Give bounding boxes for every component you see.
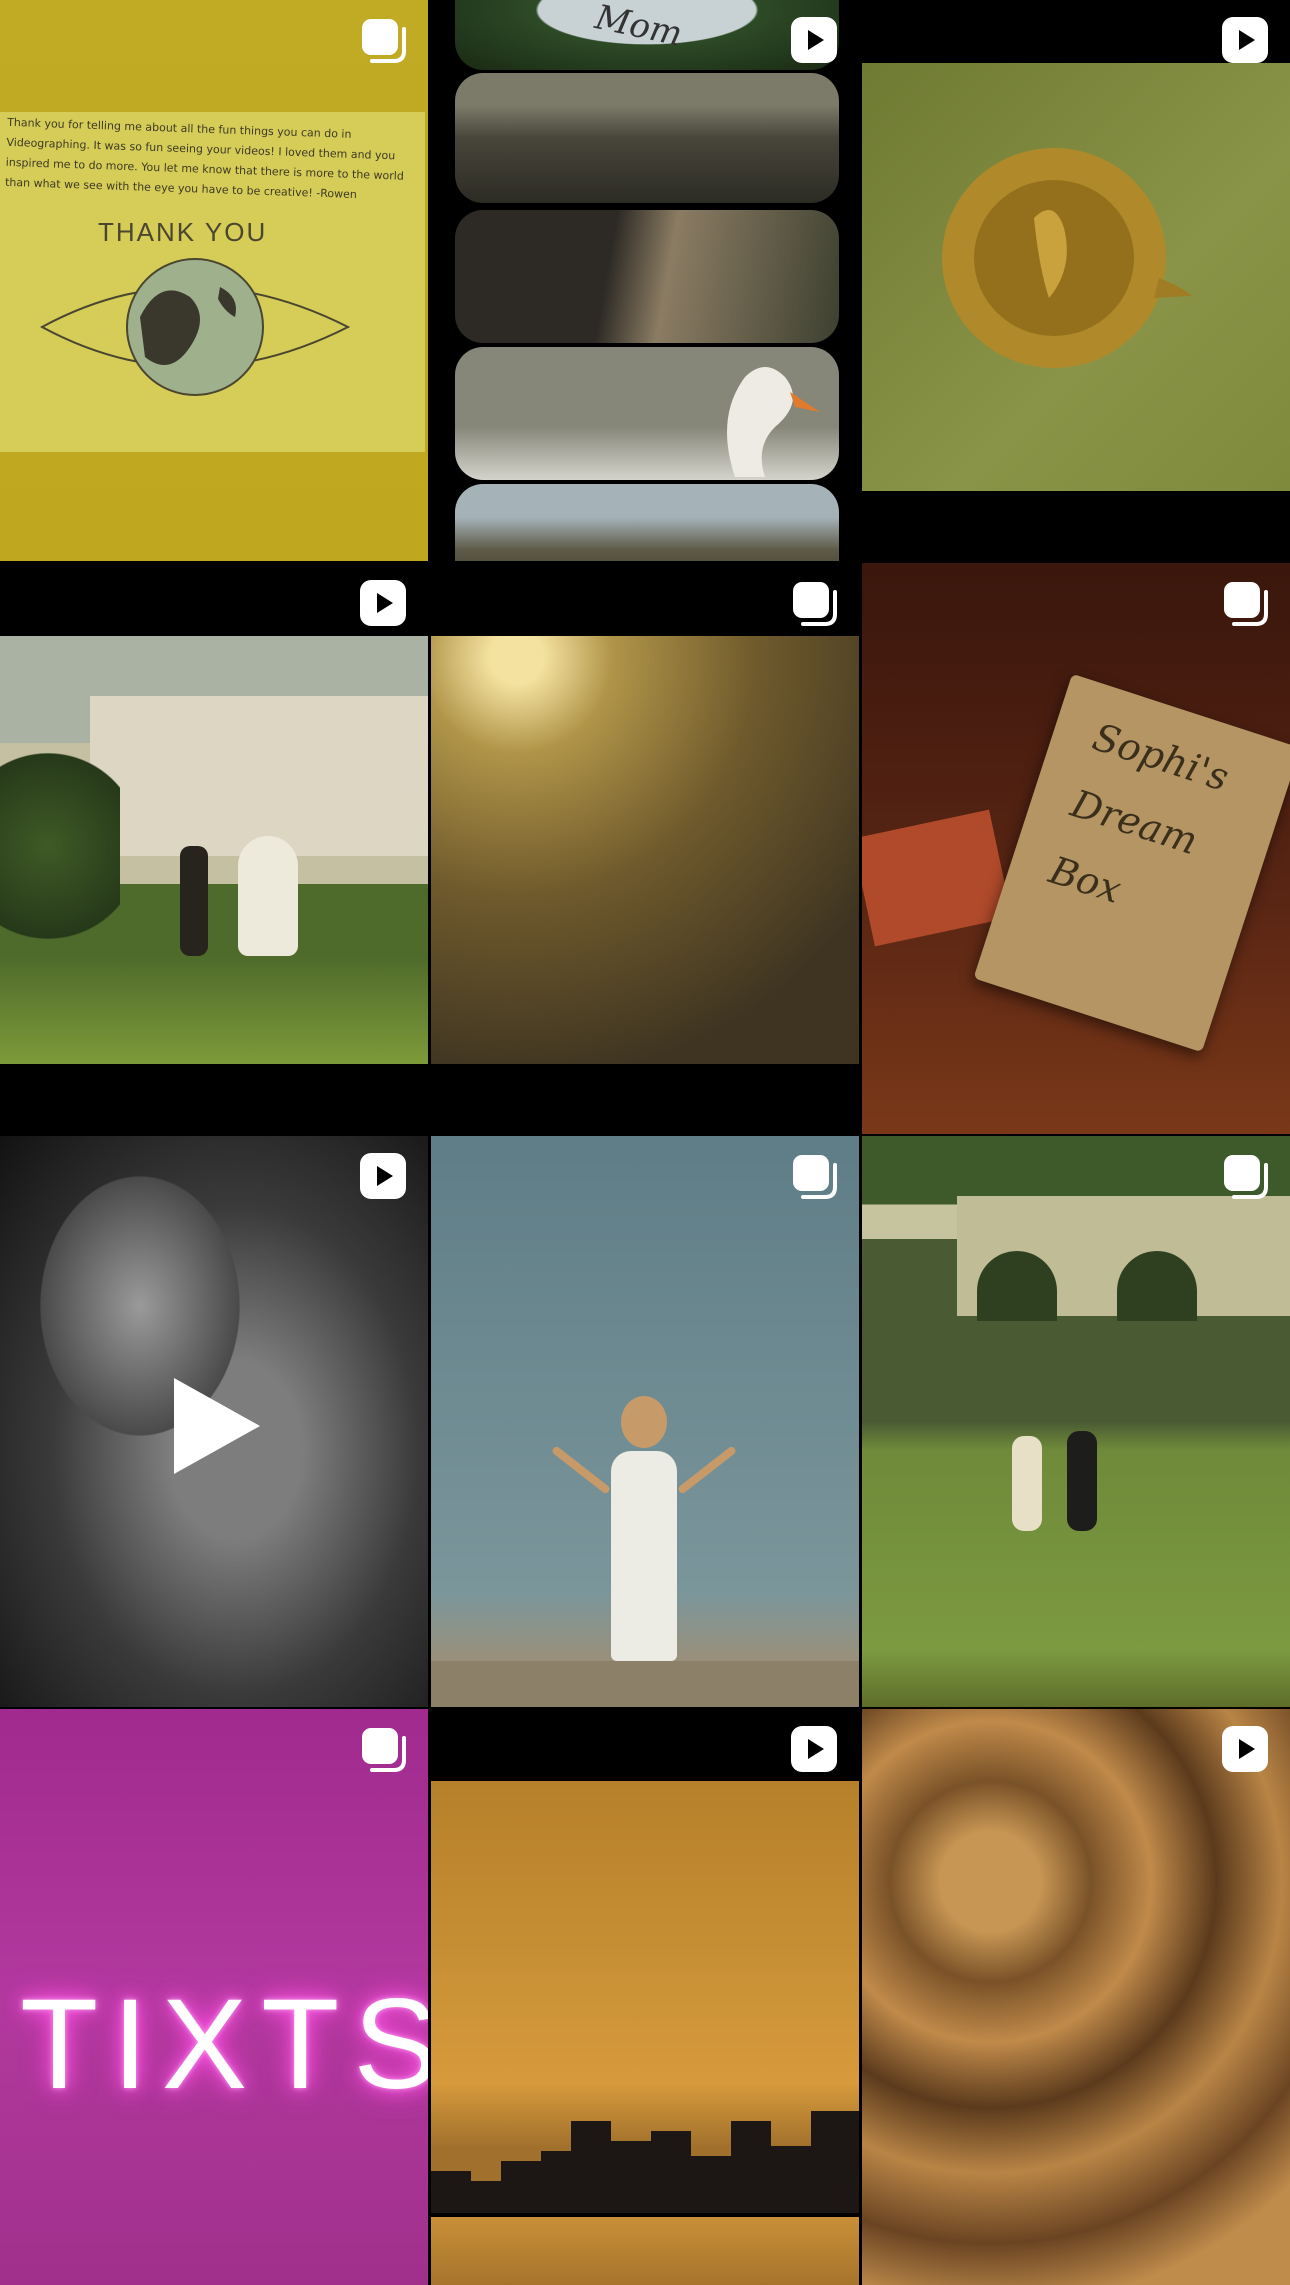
person (1012, 1436, 1042, 1531)
play-icon (1220, 15, 1270, 65)
carousel-icon (789, 1151, 839, 1201)
note-text: Thank you for telling me about all the f… (4, 115, 405, 202)
sand (431, 1661, 859, 1707)
grid-tile[interactable]: Sophi's Dream Box (862, 563, 1290, 1134)
play-icon (1220, 1724, 1270, 1774)
house-photo (0, 636, 428, 1064)
play-icon (789, 1724, 839, 1774)
grid-tile[interactable] (862, 0, 1290, 561)
sparkle-photo (431, 636, 859, 1064)
play-icon (358, 578, 408, 628)
carousel-icon (789, 578, 839, 628)
film-strip-swan (455, 347, 839, 480)
carousel-icon (358, 1724, 408, 1774)
thank-you-note: Thank you for telling me about all the f… (0, 112, 425, 452)
grid-tile[interactable] (0, 1136, 428, 1707)
grid-tile[interactable] (431, 563, 859, 1134)
person (1067, 1431, 1097, 1531)
grid-tile[interactable] (431, 1136, 859, 1707)
sunset-photo (431, 1781, 859, 2213)
film-strip-couple-coast (455, 73, 839, 203)
cake-text: Mom (591, 0, 686, 55)
carousel-icon (1220, 1151, 1270, 1201)
film-strip-coast (455, 484, 839, 561)
woman-figure (550, 1396, 738, 1661)
film-strip-ceremony (455, 210, 839, 343)
media-grid: Thank you for telling me about all the f… (0, 0, 1290, 2285)
journal-line: Sophi's (1087, 714, 1235, 800)
film-strip-cake: Mom (455, 0, 839, 70)
carousel-icon (1220, 578, 1270, 628)
envelope-photo (862, 63, 1290, 491)
grid-tile[interactable] (0, 563, 428, 1134)
grid-tile[interactable]: TIXTS (0, 1709, 428, 2285)
play-icon[interactable] (172, 1376, 262, 1476)
play-icon (789, 15, 839, 65)
grid-tile[interactable]: Mom (431, 0, 859, 561)
grid-tile[interactable] (862, 1709, 1290, 2285)
grid-tile[interactable] (431, 1709, 859, 2285)
play-icon (358, 1151, 408, 1201)
sunset-photo-next (431, 2217, 859, 2285)
grid-tile[interactable] (862, 1136, 1290, 1707)
bridge (957, 1196, 1290, 1321)
neon-sign-text: TIXTS (20, 1973, 428, 2116)
journal-line: Box (1044, 847, 1127, 912)
journal: Sophi's Dream Box (973, 673, 1290, 1053)
note-headline: THANK YOU (98, 217, 268, 247)
grid-tile[interactable]: Thank you for telling me about all the f… (0, 0, 428, 561)
journal-line: Dream (1065, 781, 1203, 864)
carousel-icon (358, 15, 408, 65)
